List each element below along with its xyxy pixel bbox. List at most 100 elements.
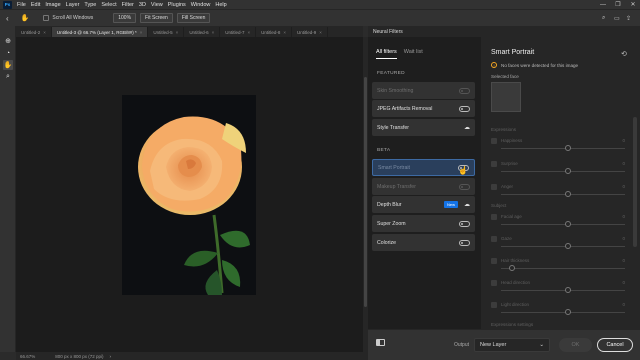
close-tab-icon[interactable]: × xyxy=(140,30,143,35)
scroll-all-windows-checkbox[interactable]: Scroll All Windows xyxy=(43,15,93,21)
zoom-level[interactable]: 66.67% xyxy=(20,354,35,359)
tab-wait-list[interactable]: Wait list xyxy=(404,49,423,59)
slider-gaze[interactable]: Gaze 0 xyxy=(491,236,625,250)
maximize-button[interactable]: ❐ xyxy=(611,0,625,9)
slider-surprise[interactable]: Surprise 0 xyxy=(491,161,625,175)
close-tab-icon[interactable]: × xyxy=(283,30,286,35)
close-tab-icon[interactable]: × xyxy=(212,30,215,35)
slider-hair-thickness[interactable]: Hair thickness 0 xyxy=(491,258,625,272)
checkbox[interactable] xyxy=(491,161,497,167)
menu-view[interactable]: View xyxy=(151,2,163,8)
fill-screen-button[interactable]: Fill Screen xyxy=(176,13,211,23)
reset-icon[interactable]: ⟲ xyxy=(621,50,627,58)
scrollbar-thumb[interactable] xyxy=(364,77,367,307)
slider-head-direction[interactable]: Head direction 0 xyxy=(491,280,625,294)
slider-knob[interactable] xyxy=(565,287,571,293)
zoom-100-button[interactable]: 100% xyxy=(113,13,137,23)
slider-knob[interactable] xyxy=(565,168,571,174)
slider-track[interactable] xyxy=(501,290,625,291)
close-tab-icon[interactable]: × xyxy=(319,30,322,35)
slider-knob[interactable] xyxy=(509,265,515,271)
slider-facial-age[interactable]: Facial age 0 xyxy=(491,214,625,228)
slider-knob[interactable] xyxy=(565,309,571,315)
checkbox[interactable] xyxy=(491,258,497,264)
slider-knob[interactable] xyxy=(565,191,571,197)
fit-screen-button[interactable]: Fit Screen xyxy=(140,13,173,23)
slider-track[interactable] xyxy=(501,224,625,225)
slider-track[interactable] xyxy=(501,194,625,195)
checkbox[interactable] xyxy=(491,214,497,220)
menu-layer[interactable]: Layer xyxy=(66,2,80,8)
share-icon[interactable]: ⇪ xyxy=(626,15,631,22)
tab-untitled-2[interactable]: Untitled-2 × xyxy=(16,27,52,37)
workspace-icon[interactable]: ▭ xyxy=(614,15,620,22)
menu-window[interactable]: Window xyxy=(191,2,211,8)
menu-help[interactable]: Help xyxy=(215,2,226,8)
close-tab-icon[interactable]: × xyxy=(176,30,179,35)
rose-photo[interactable] xyxy=(122,95,256,295)
filter-colorize[interactable]: Colorize xyxy=(372,234,475,251)
tab-untitled-8[interactable]: Untitled-8 × xyxy=(256,27,293,37)
hand-tool-icon[interactable]: ✋ xyxy=(3,60,13,70)
menu-type[interactable]: Type xyxy=(84,2,96,8)
search-icon[interactable]: ⌕ xyxy=(602,15,605,22)
menu-3d[interactable]: 3D xyxy=(139,2,146,8)
menu-edit[interactable]: Edit xyxy=(31,2,40,8)
menu-select[interactable]: Select xyxy=(101,2,116,8)
rotate-view-icon[interactable]: ⊕ xyxy=(3,36,13,46)
filter-skin-smoothing[interactable]: Skin Smoothing xyxy=(372,82,475,99)
filter-style-transfer[interactable]: Style Transfer ☁ xyxy=(372,119,475,136)
tab-untitled-6[interactable]: Untitled-6 × xyxy=(184,27,221,37)
slider-knob[interactable] xyxy=(565,145,571,151)
slider-track[interactable] xyxy=(501,246,625,247)
status-chevron-icon[interactable]: › xyxy=(110,354,112,359)
checkbox[interactable] xyxy=(491,184,497,190)
slider-light-direction[interactable]: Light direction 0 xyxy=(491,302,625,316)
menu-image[interactable]: Image xyxy=(45,2,60,8)
reconstruct-tool-icon[interactable]: ◔ xyxy=(3,48,13,58)
close-window-button[interactable]: ✕ xyxy=(626,0,640,9)
output-select[interactable]: New Layer ⌄ xyxy=(474,338,550,352)
preview-toggle-icon[interactable] xyxy=(376,339,385,346)
filter-jpeg-artifacts-removal[interactable]: JPEG Artifacts Removal xyxy=(372,100,475,117)
menu-filter[interactable]: Filter xyxy=(122,2,134,8)
selected-face-thumbnail[interactable] xyxy=(491,82,521,112)
tab-untitled-7[interactable]: Untitled-7 × xyxy=(220,27,257,37)
toggle-switch[interactable] xyxy=(459,105,470,112)
zoom-tool-icon[interactable]: ⌕ xyxy=(3,72,13,82)
checkbox[interactable] xyxy=(491,138,497,144)
menu-file[interactable]: File xyxy=(17,2,26,8)
filter-makeup-transfer[interactable]: Makeup Transfer xyxy=(372,178,475,195)
tab-all-filters[interactable]: All filters xyxy=(376,49,397,59)
toggle-switch[interactable] xyxy=(459,220,470,227)
filter-super-zoom[interactable]: Super Zoom xyxy=(372,215,475,232)
ok-button[interactable]: OK xyxy=(559,338,592,352)
slider-anger[interactable]: Anger 0 xyxy=(491,184,625,198)
minimize-button[interactable]: — xyxy=(596,0,610,9)
toggle-switch[interactable] xyxy=(459,87,470,94)
cloud-download-icon[interactable]: ☁ xyxy=(464,201,470,208)
slider-track[interactable] xyxy=(501,268,625,269)
close-tab-icon[interactable]: × xyxy=(43,30,46,35)
checkbox[interactable] xyxy=(491,280,497,286)
cloud-download-icon[interactable]: ☁ xyxy=(464,124,470,131)
tab-untitled-5[interactable]: Untitled-5 × xyxy=(148,27,185,37)
slider-happiness[interactable]: Happiness 0 xyxy=(491,138,625,152)
home-chevron-icon[interactable]: ‹ xyxy=(6,14,9,23)
menu-plugins[interactable]: Plugins xyxy=(168,2,186,8)
toggle-switch[interactable] xyxy=(459,239,470,246)
checkbox[interactable] xyxy=(491,236,497,242)
cancel-button[interactable]: Cancel xyxy=(597,338,633,352)
checkbox[interactable] xyxy=(491,302,497,308)
toggle-switch[interactable] xyxy=(459,183,470,190)
tab-untitled-3[interactable]: Untitled-3 @ 66.7% (Layer 1, RGB/8#) * × xyxy=(51,27,149,37)
filter-depth-blur[interactable]: Depth Blur New ☁ xyxy=(372,196,475,213)
slider-knob[interactable] xyxy=(565,243,571,249)
slider-knob[interactable] xyxy=(565,221,571,227)
tab-untitled-9[interactable]: Untitled-9 × xyxy=(292,27,328,37)
slider-track[interactable] xyxy=(501,312,625,313)
slider-track[interactable] xyxy=(501,148,625,149)
slider-track[interactable] xyxy=(501,171,625,172)
settings-scrollbar[interactable] xyxy=(633,117,637,247)
close-tab-icon[interactable]: × xyxy=(247,30,250,35)
